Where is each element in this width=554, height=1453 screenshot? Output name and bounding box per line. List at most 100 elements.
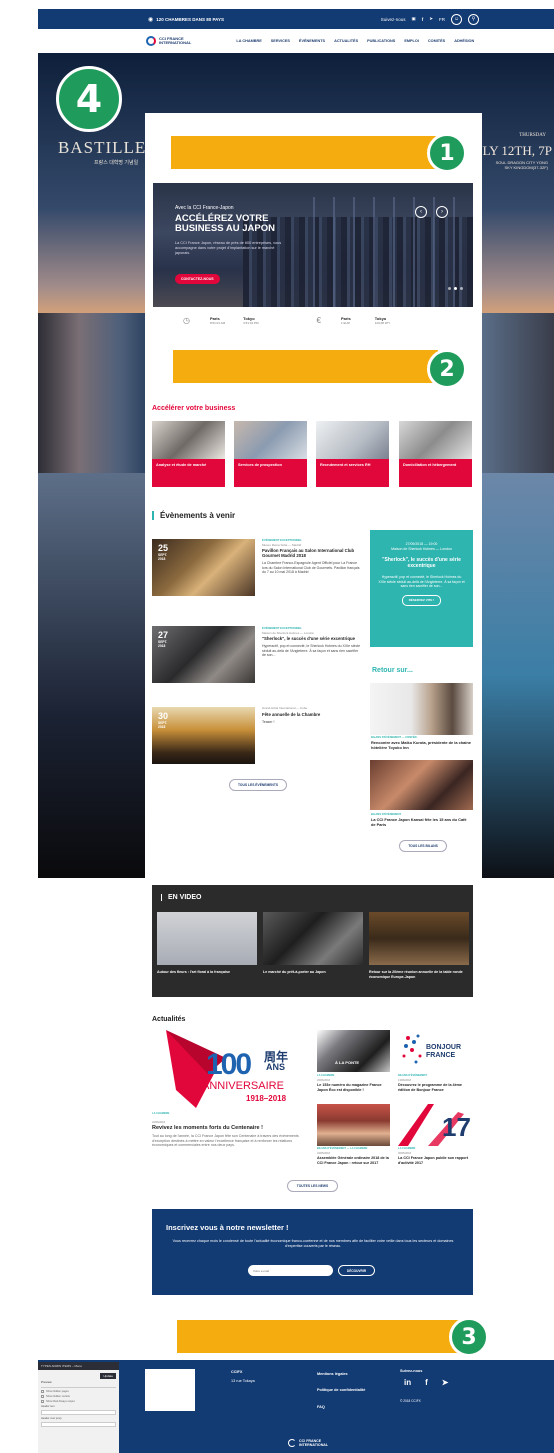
newsletter-submit-button[interactable]: DÉCOUVRIR xyxy=(338,1265,375,1276)
linkedin-icon[interactable]: in xyxy=(404,1378,411,1387)
book-now-button[interactable]: RÉSERVEZ VITE ! xyxy=(401,594,442,606)
event-title[interactable]: "Sherlock", le succès d'une série excent… xyxy=(262,636,362,641)
footer-logo[interactable]: CCI FRANCE INTERNATIONAL xyxy=(288,1439,328,1447)
admin-update-button[interactable]: Update xyxy=(100,1373,116,1379)
nav-item-services[interactable]: SERVICES xyxy=(271,39,290,43)
event-title[interactable]: Fête annuelle de la Chambre xyxy=(262,712,362,717)
news-item-2[interactable]: BILANS D'ÉVÉNEMENT 13/06/2018 Découvrez … xyxy=(398,1074,471,1092)
newsletter-description: Vous recevrez chaque mois le condensé de… xyxy=(172,1239,454,1248)
slider-dot[interactable] xyxy=(454,287,457,290)
hero-right-day: THURSDAY xyxy=(519,133,546,138)
nav-item-comites[interactable]: COMITÉS xyxy=(428,39,445,43)
event-day: 27 xyxy=(158,630,169,640)
event-image-2[interactable]: 27 SEPT. 2018 xyxy=(152,626,255,683)
retour-text-1[interactable]: BILANS D'ÉVÉNEMENT — CONFÉR. Rencontre a… xyxy=(371,736,471,750)
video-caption-3[interactable]: Retour sur la 20ème réunion annuelle de … xyxy=(369,970,469,979)
checkbox-icon[interactable] xyxy=(41,1395,44,1398)
business-card-label: Domiciliation et hébergement xyxy=(399,459,472,487)
business-section-title: Accélérer votre business xyxy=(152,405,236,412)
paris-time: Paris 8:51:01 AM xyxy=(210,316,225,325)
footer-org-name: CCIFX xyxy=(231,1370,243,1374)
checkbox-icon[interactable] xyxy=(41,1400,44,1403)
featured-event-location: Maison de Sherlock Holmes — London xyxy=(391,546,452,551)
business-card-prospection[interactable]: Services de prospection xyxy=(234,421,307,487)
news-title: Le 153e numéro du magazine France Japon … xyxy=(317,1083,382,1092)
facebook-icon[interactable]: f xyxy=(422,17,424,22)
business-card-image xyxy=(234,421,307,459)
news-image-1[interactable]: À LA PONTE xyxy=(317,1030,390,1072)
language-select[interactable]: FR xyxy=(439,17,445,22)
facebook-icon[interactable]: f xyxy=(425,1378,428,1387)
slider-description: La CCI France Japon, réseau de près de 6… xyxy=(175,241,282,255)
all-events-button[interactable]: TOUS LES ÉVÉNEMENTS xyxy=(229,779,287,791)
event-description: La Chambre Franco-Espagnole Agent Offici… xyxy=(262,561,360,575)
site-logo[interactable]: CCI FRANCE INTERNATIONAL xyxy=(146,36,191,46)
news-image-4[interactable]: 17 xyxy=(398,1104,471,1146)
footer-link-faq[interactable]: FAQ xyxy=(317,1405,325,1409)
hero-right-interior xyxy=(474,473,554,878)
admin-field-input[interactable] xyxy=(41,1422,116,1427)
checkbox-icon[interactable] xyxy=(41,1390,44,1393)
business-card-image xyxy=(152,421,225,459)
event-year: 2018 xyxy=(158,644,166,648)
admin-panel: TYPES ADMIN ITEMS – Menu Update Preview … xyxy=(38,1362,119,1453)
follow-label: Suivez-nous xyxy=(380,16,406,22)
all-news-button[interactable]: TOUTES LES NEWS xyxy=(287,1180,338,1192)
footer-link-privacy[interactable]: Politique de confidentialité xyxy=(317,1388,365,1392)
news-image-2[interactable]: BONJOUR FRANCE xyxy=(398,1030,471,1072)
video-caption-1[interactable]: Autour des fleurs : l'art floral à la fr… xyxy=(157,970,257,975)
news-title: La CCI France Japon publie son rapport d… xyxy=(398,1156,469,1165)
event-date: 27 SEPT. 2018 xyxy=(158,630,168,648)
slider-next-icon[interactable]: › xyxy=(436,206,448,218)
hero-slider[interactable]: Avec la CCI France-Japon ACCÉLÉREZ VOTRE… xyxy=(153,183,473,307)
footer-logo-mark-icon xyxy=(288,1439,296,1447)
news-item-3[interactable]: BILANS D'ÉVÉNEMENT — LA CHAMBRE 04/05/20… xyxy=(317,1147,390,1165)
newsletter-email-input[interactable] xyxy=(248,1265,333,1276)
nav-item-evenements[interactable]: ÉVÉNEMENTS xyxy=(299,39,325,43)
event-image-1[interactable]: 25 SEPT. 2018 xyxy=(152,539,255,596)
slider-dot[interactable] xyxy=(448,287,451,290)
instagram-icon[interactable]: ▣ xyxy=(411,16,415,22)
slider-dot[interactable] xyxy=(460,287,463,290)
business-card-analyse[interactable]: Analyse et étude de marché xyxy=(152,421,225,487)
video-thumbnail-2[interactable] xyxy=(263,912,363,965)
centenary-visual[interactable]: 100 周年 ANS ANNIVERSAIRE 1918–2018 xyxy=(166,1030,312,1108)
nav-item-adhesion[interactable]: ADHÉSION xyxy=(454,39,474,43)
footer-link-legal[interactable]: Mentions légales xyxy=(317,1372,348,1376)
featured-event-card[interactable]: 27/09/2018 — 19:00 Maison de Sherlock Ho… xyxy=(370,530,473,647)
nav-item-emploi[interactable]: EMPLOI xyxy=(404,39,419,43)
business-card-recrutement[interactable]: Recrutement et services RH xyxy=(316,421,389,487)
main-news[interactable]: LA CHAMBRE 22/06/2018 Revivez les moment… xyxy=(152,1112,307,1148)
nav-item-actualites[interactable]: ACTUALITÉS xyxy=(334,39,358,43)
retour-image-1[interactable] xyxy=(370,683,473,735)
business-card-domiciliation[interactable]: Domiciliation et hébergement xyxy=(399,421,472,487)
search-icon[interactable]: ⚲ xyxy=(468,13,479,25)
paris-currency-value: 1 EUR xyxy=(340,320,350,325)
admin-panel-header[interactable]: TYPES ADMIN ITEMS – Menu xyxy=(38,1362,119,1370)
news-item-1[interactable]: LA CHAMBRE 26/06/2018 Le 153e numéro du … xyxy=(317,1074,390,1092)
contact-us-button[interactable]: CONTACTEZ-NOUS xyxy=(175,274,220,284)
hero-right-title: ULY 12TH, 7P xyxy=(473,143,552,158)
video-thumbnail-1[interactable] xyxy=(157,912,257,965)
user-icon[interactable]: ☺ xyxy=(451,13,462,25)
nav-item-publications[interactable]: PUBLICATIONS xyxy=(367,39,395,43)
hero-left-interior xyxy=(38,473,148,878)
news-image-3[interactable] xyxy=(317,1104,390,1146)
news-title: Découvrez le programme de la 4ème éditio… xyxy=(398,1083,462,1092)
event-title[interactable]: Pavillon Français au Salon International… xyxy=(262,548,362,558)
retour-image-2[interactable] xyxy=(370,760,473,810)
nav-item-la-chambre[interactable]: LA CHAMBRE xyxy=(236,39,261,43)
event-image-3[interactable]: 30 SEPT. 2018 xyxy=(152,707,255,764)
countries-count[interactable]: 120 CHAMBRES DANS 80 PAYS xyxy=(156,17,224,22)
twitter-icon[interactable]: ➤ xyxy=(429,16,433,22)
twitter-icon[interactable]: ➤ xyxy=(442,1378,449,1387)
news-item-4[interactable]: LA CHAMBRE 06/05/2018 La CCI France Japo… xyxy=(398,1147,471,1165)
video-thumbnail-3[interactable] xyxy=(369,912,469,965)
all-reports-button[interactable]: TOUS LES BILANS xyxy=(399,840,447,852)
slider-prev-icon[interactable]: ‹ xyxy=(415,206,427,218)
retour-text-2[interactable]: BILANS D'ÉVÉNEMENT La CCI France Japon K… xyxy=(371,813,471,827)
admin-field-input[interactable] xyxy=(41,1410,116,1415)
slider-dots[interactable] xyxy=(448,287,463,290)
event-date: 25 SEPT. 2018 xyxy=(158,543,168,561)
video-caption-2[interactable]: Le marché du prêt-à-porter au Japon xyxy=(263,970,363,975)
